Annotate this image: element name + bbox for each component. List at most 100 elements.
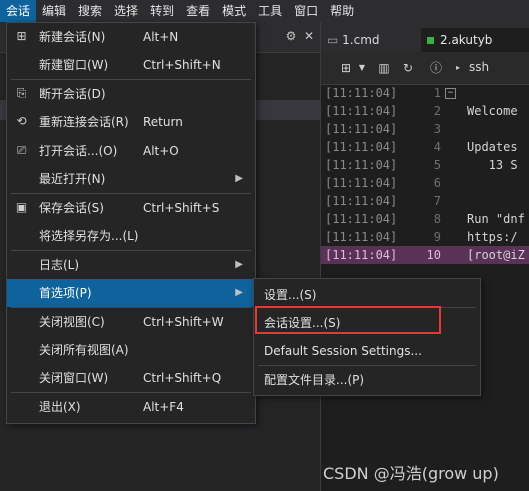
gear-icon[interactable]: ⚙ [284, 29, 298, 43]
timestamp: [11:11:04] [325, 176, 398, 190]
menu-edit[interactable]: 编辑 [36, 0, 72, 22]
menu-item-reconnect-session[interactable]: ⟲ 重新连接会话(R) Return [7, 108, 255, 136]
chevron-right-icon: ▶ [235, 173, 243, 184]
menu-item-label: 关闭窗口(W) [39, 371, 109, 385]
menu-item-close-all-views[interactable]: 关闭所有视图(A) [7, 336, 255, 364]
reconnect-icon: ⟲ [16, 114, 27, 128]
menu-mode[interactable]: 模式 [216, 0, 252, 22]
menu-item-label: 关闭所有视图(A) [39, 343, 129, 357]
shortcut-label: Return [143, 115, 183, 129]
submenu-item-settings[interactable]: 设置...(S) [254, 281, 480, 309]
menu-item-open-session[interactable]: ⎚ 打开会话...(O) Alt+O [7, 137, 255, 165]
save-icon: ▣ [15, 200, 28, 214]
terminal-line: [11:11:04] 7 [321, 192, 529, 210]
menu-separator [11, 250, 251, 251]
reconnect-icon[interactable]: ↻ [401, 61, 415, 75]
timestamp: [11:11:04] [325, 86, 398, 100]
split-icon[interactable]: ▥ [377, 61, 391, 75]
line-number: 8 [433, 212, 441, 226]
chevron-down-icon[interactable]: ▼ [355, 61, 369, 75]
menu-item-close-view[interactable]: 关闭视图(C) Ctrl+Shift+W [7, 308, 255, 336]
menu-session[interactable]: 会话 [0, 0, 37, 22]
chevron-right-icon: ▶ [235, 259, 243, 270]
menu-item-log[interactable]: 日志(L) ▶ [7, 251, 255, 279]
menu-item-label: 打开会话...(O) [39, 144, 118, 158]
line-number: 7 [433, 194, 441, 208]
menu-tools[interactable]: 工具 [252, 0, 288, 22]
menu-item-label: 新建窗口(W) [39, 58, 109, 72]
fold-icon[interactable]: − [445, 88, 456, 99]
timestamp: [11:11:04] [325, 140, 398, 154]
menu-item-label: 日志(L) [39, 258, 80, 272]
line-number: 6 [433, 176, 441, 190]
menu-item-save-session[interactable]: ▣ 保存会话(S) Ctrl+Shift+S [7, 194, 255, 222]
info-icon[interactable]: ⓘ [429, 61, 443, 75]
menu-help[interactable]: 帮助 [324, 0, 360, 22]
timestamp: [11:11:04] [325, 122, 398, 136]
line-number: 1 [433, 86, 441, 100]
new-session-icon: ⊞ [16, 29, 27, 43]
submenu-item-default-session-settings[interactable]: Default Session Settings... [254, 337, 480, 365]
menu-item-new-window[interactable]: 新建窗口(W) Ctrl+Shift+N [7, 51, 255, 79]
line-number: 3 [433, 122, 441, 136]
submenu-item-label: Default Session Settings... [264, 344, 422, 358]
menu-view[interactable]: 查看 [180, 0, 216, 22]
line-text: Updates [467, 140, 518, 154]
menu-item-recent[interactable]: 最近打开(N) ▶ [7, 165, 255, 193]
line-text: https:/ [467, 230, 518, 244]
connected-icon [427, 37, 434, 44]
chevron-right-icon: ▶ [235, 287, 243, 298]
menu-item-label: 最近打开(N) [39, 172, 106, 186]
menu-goto[interactable]: 转到 [144, 0, 180, 22]
terminal-line: [11:11:04] 8 Run "dnf [321, 210, 529, 228]
menu-separator [11, 193, 251, 194]
menu-item-exit[interactable]: 退出(X) Alt+F4 [7, 393, 255, 421]
menu-item-save-selection-as[interactable]: 将选择另存为...(L) [7, 222, 255, 250]
menu-bar: 会话 编辑 搜索 选择 转到 查看 模式 工具 窗口 帮助 [0, 0, 529, 22]
terminal-pane: ▭ 1.cmd 2.akutyb ⊞ ▼ ▥ ↻ ⓘ ▸ ssh [11:11:… [321, 22, 529, 491]
shortcut-label: Alt+F4 [143, 400, 184, 414]
line-number: 5 [433, 158, 441, 172]
terminal-line: [11:11:04] 2 Welcome [321, 102, 529, 120]
chevron-right-icon[interactable]: ▸ [451, 61, 465, 75]
shortcut-label: Ctrl+Shift+S [143, 201, 220, 215]
menu-item-label: 首选项(P) [39, 286, 92, 300]
timestamp: [11:11:04] [325, 248, 398, 262]
close-icon[interactable]: ✕ [302, 29, 316, 43]
line-text: [root@iZ [467, 248, 525, 262]
submenu-item-config-directory[interactable]: 配置文件目录...(P) [254, 366, 480, 394]
submenu-item-label: 配置文件目录...(P) [264, 373, 365, 387]
menu-window[interactable]: 窗口 [288, 0, 324, 22]
menu-item-label: 将选择另存为...(L) [39, 229, 139, 243]
shortcut-label: Alt+N [143, 30, 179, 44]
menu-item-preferences[interactable]: 首选项(P) ▶ [7, 279, 255, 307]
tab-cmd[interactable]: ▭ 1.cmd [321, 28, 421, 52]
menu-search[interactable]: 搜索 [72, 0, 108, 22]
terminal-line: [11:11:04] 10 [root@iZ [321, 246, 529, 264]
timestamp: [11:11:04] [325, 104, 398, 118]
timestamp: [11:11:04] [325, 212, 398, 226]
ssh-label: ssh [469, 60, 490, 74]
tab-bar: ▭ 1.cmd 2.akutyb [321, 22, 529, 52]
menu-item-label: 新建会话(N) [39, 30, 106, 44]
menu-item-label: 退出(X) [39, 400, 81, 414]
submenu-item-label: 设置...(S) [264, 288, 317, 302]
terminal-icon: ▭ [327, 33, 343, 47]
menu-item-new-session[interactable]: ⊞ 新建会话(N) Alt+N [7, 23, 255, 51]
terminal-line: [11:11:04] 1− [321, 84, 529, 102]
menu-separator [11, 307, 251, 308]
menu-item-disconnect-session[interactable]: ⎘ 断开会话(D) [7, 80, 255, 108]
menu-item-close-window[interactable]: 关闭窗口(W) Ctrl+Shift+Q [7, 364, 255, 392]
menu-select[interactable]: 选择 [108, 0, 144, 22]
shortcut-label: Ctrl+Shift+Q [143, 371, 222, 385]
line-text: Run "dnf [467, 212, 525, 226]
new-tab-icon[interactable]: ⊞ [339, 61, 353, 75]
shortcut-label: Alt+O [143, 144, 179, 158]
line-text: Welcome [467, 104, 518, 118]
line-number: 4 [433, 140, 441, 154]
line-number: 10 [426, 248, 441, 262]
menu-item-label: 重新连接会话(R) [39, 115, 129, 129]
shortcut-label: Ctrl+Shift+N [143, 58, 221, 72]
line-number: 9 [433, 230, 441, 244]
tab-akutyb[interactable]: 2.akutyb [421, 28, 529, 52]
